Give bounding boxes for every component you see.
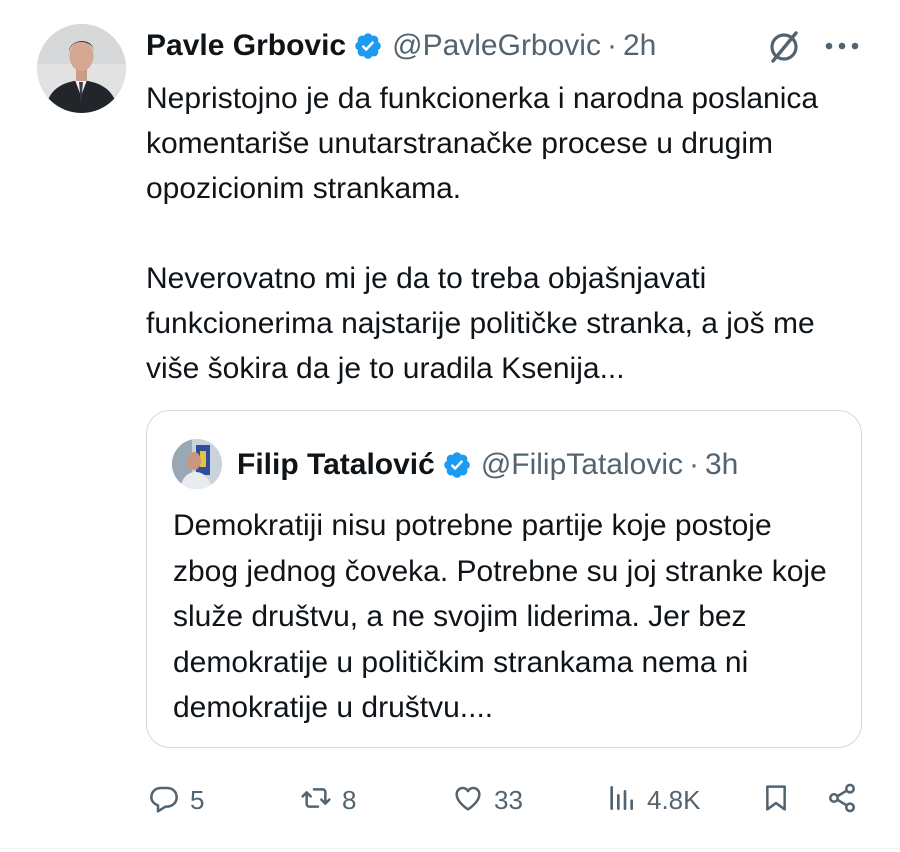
tweet-actions: 5 8 33 4.8K (0, 770, 900, 830)
quoted-text: Demokratiji nisu potrebne partije koje p… (173, 509, 827, 724)
more-icon[interactable] (822, 38, 862, 54)
bookmark-icon (760, 782, 792, 819)
reply-button[interactable]: 5 (148, 770, 204, 830)
quoted-header-separator: · (689, 448, 699, 481)
repost-button[interactable]: 8 (300, 770, 356, 830)
author-handle[interactable]: @PavleGrbovic (392, 29, 601, 63)
header-separator: · (606, 29, 617, 62)
views-count: 4.8K (647, 784, 701, 815)
tweet-paragraph: Nepristojno je da funkcionerka i narodna… (146, 82, 819, 205)
quoted-tweet[interactable]: Filip Tatalović @FilipTatalovic · 3h Dem… (146, 410, 862, 748)
repost-icon (300, 782, 332, 819)
quoted-timestamp[interactable]: 3h (705, 448, 738, 482)
like-button[interactable]: 33 (452, 770, 523, 830)
verified-badge-icon (442, 450, 472, 480)
tweet-paragraph: Neverovatno mi je da to treba objašnjava… (146, 262, 815, 385)
reply-count: 5 (190, 784, 205, 815)
quoted-header: Filip Tatalović @FilipTatalovic · 3h (237, 443, 738, 487)
reply-icon (148, 782, 180, 819)
share-icon (826, 782, 858, 819)
tweet[interactable]: Pavle Grbovic @PavleGrbovic · 2h Neprist… (0, 0, 900, 852)
like-icon (452, 782, 484, 819)
quoted-author-avatar[interactable] (172, 439, 222, 489)
tweet-text: Nepristojno je da funkcionerka i narodna… (146, 76, 876, 391)
views-icon (605, 782, 637, 819)
bottom-divider (0, 848, 900, 849)
like-count: 33 (494, 784, 523, 815)
author-avatar[interactable] (37, 24, 126, 113)
quoted-author-name[interactable]: Filip Tatalović (237, 448, 435, 482)
bookmark-button[interactable] (760, 770, 792, 830)
verified-badge-icon (353, 31, 383, 61)
views-button[interactable]: 4.8K (605, 770, 701, 830)
grok-icon[interactable] (765, 28, 803, 66)
quoted-author-handle[interactable]: @FilipTatalovic (481, 448, 683, 482)
share-button[interactable] (826, 770, 858, 830)
repost-count: 8 (342, 784, 357, 815)
author-name[interactable]: Pavle Grbovic (146, 29, 346, 63)
tweet-header: Pavle Grbovic @PavleGrbovic · 2h (146, 24, 656, 68)
tweet-timestamp[interactable]: 2h (623, 29, 656, 63)
